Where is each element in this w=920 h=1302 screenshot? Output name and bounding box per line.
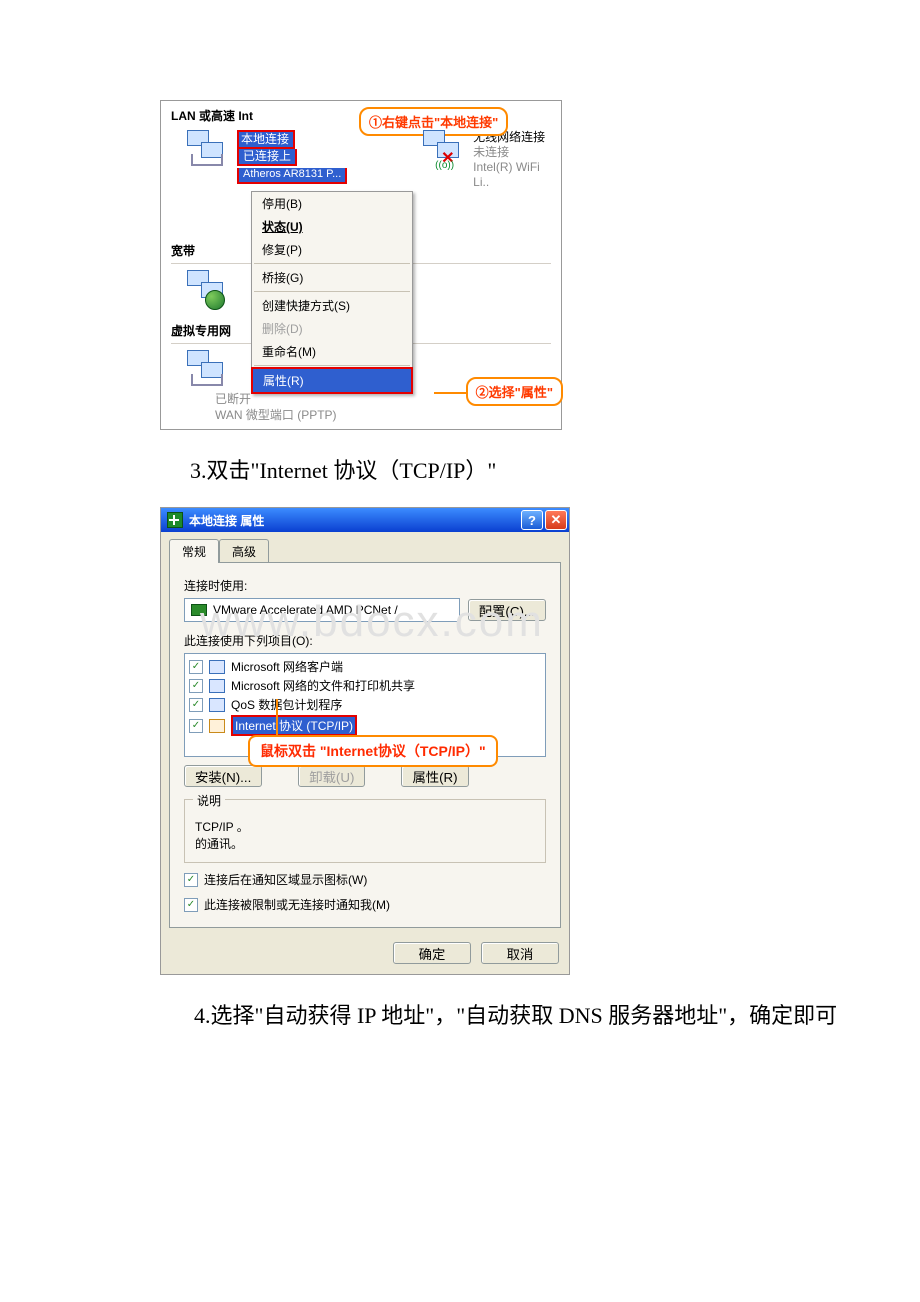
tcpip-highlight[interactable]: Internet 协议 (TCP/IP) (231, 715, 357, 736)
menu-disable[interactable]: 停用(B) (252, 192, 412, 215)
install-button[interactable]: 安装(N)... (184, 765, 262, 787)
cancel-button[interactable]: 取消 (481, 942, 559, 964)
menu-bridge[interactable]: 桥接(G) (252, 266, 412, 289)
menu-properties[interactable]: 属性(R) (251, 367, 413, 394)
checkbox-tray-label: 连接后在通知区域显示图标(W) (204, 871, 367, 888)
description-legend: 说明 (193, 792, 225, 809)
properties-button[interactable]: 属性(R) (401, 765, 468, 787)
local-connection-status: 已连接上 (237, 149, 297, 166)
wifi-icon: ✕ ((o)) (423, 130, 463, 170)
local-connection-highlight[interactable]: 本地连接 (237, 130, 295, 149)
help-button[interactable]: ? (521, 510, 543, 530)
checkbox-icon[interactable]: ✓ (184, 898, 198, 912)
menu-shortcut[interactable]: 创建快捷方式(S) (252, 294, 412, 317)
adapter-field: VMware Accelerated AMD PCNet / (184, 598, 460, 622)
checkbox-icon[interactable]: ✓ (189, 719, 203, 733)
titlebar: 本地连接 属性 ? ✕ (161, 508, 569, 532)
nic-icon (191, 604, 207, 616)
tab-general[interactable]: 常规 (169, 539, 219, 563)
vpn-adapter: WAN 微型端口 (PPTP) (215, 408, 551, 424)
menu-repair[interactable]: 修复(P) (252, 238, 412, 261)
checkbox-notify-label: 此连接被限制或无连接时通知我(M) (204, 896, 390, 913)
network-icon (187, 130, 227, 170)
local-connection-adapter: Atheros AR8131 P... (237, 168, 347, 184)
close-button[interactable]: ✕ (545, 510, 567, 530)
list-item[interactable]: ✓ Microsoft 网络客户端 (189, 657, 541, 676)
adapter-name: VMware Accelerated AMD PCNet / (213, 603, 398, 617)
context-menu: 停用(B) 状态(U) 修复(P) 桥接(G) 创建快捷方式(S) 删除(D) … (251, 191, 413, 394)
menu-delete: 删除(D) (252, 317, 412, 340)
component-icon (209, 679, 225, 693)
antenna-icon: ((o)) (435, 160, 454, 171)
uninstall-button[interactable]: 卸载(U) (298, 765, 365, 787)
wifi-status: 未连接 (473, 145, 551, 160)
items-label: 此连接使用下列项目(O): (184, 632, 546, 649)
screenshot-network-connections: LAN 或高速 Int ①右键点击"本地连接" 本地连接 已连接上 Athero… (160, 100, 562, 430)
screenshot-properties-dialog: 本地连接 属性 ? ✕ 常规 高级 www.bdocx.com 连接时使用: V… (160, 507, 570, 975)
configure-button[interactable]: 配置(C)... (468, 599, 546, 621)
list-item[interactable]: ✓ Microsoft 网络的文件和打印机共享 (189, 676, 541, 695)
checkbox-icon[interactable]: ✓ (189, 660, 203, 674)
description-group: 说明 TCP/IP 。 的通讯。 (184, 799, 546, 863)
window-icon (167, 512, 183, 528)
connection-row: 本地连接 已连接上 Atheros AR8131 P... ✕ ((o)) 无线… (161, 126, 561, 192)
ok-button[interactable]: 确定 (393, 942, 471, 964)
window-title: 本地连接 属性 (189, 512, 264, 529)
list-item-tcpip[interactable]: ✓ Internet 协议 (TCP/IP) (189, 714, 541, 737)
checkbox-notify-row[interactable]: ✓ 此连接被限制或无连接时通知我(M) (184, 896, 546, 913)
tab-advanced[interactable]: 高级 (219, 539, 269, 563)
use-label: 连接时使用: (184, 577, 546, 594)
callout-select-properties: ②选择"属性" (466, 377, 563, 406)
menu-status[interactable]: 状态(U) (252, 215, 412, 238)
list-item[interactable]: ✓ QoS 数据包计划程序 (189, 695, 541, 714)
description-text: TCP/IP 。 的通讯。 (195, 818, 535, 852)
step4-text: 4.选择"自动获得 IP 地址"，"自动获取 DNS 服务器地址"，确定即可 (150, 999, 840, 1032)
callout-double-click: 鼠标双击 "Internet协议（TCP/IP）" (248, 735, 498, 767)
vpn-icon (187, 350, 227, 390)
component-icon (209, 698, 225, 712)
step3-text: 3.双击"Internet 协议（TCP/IP）" (190, 454, 840, 487)
menu-rename[interactable]: 重命名(M) (252, 340, 412, 363)
wifi-adapter: Intel(R) WiFi Li.. (473, 160, 551, 190)
component-icon (209, 660, 225, 674)
broadband-icon (187, 270, 227, 310)
checkbox-icon[interactable]: ✓ (189, 679, 203, 693)
tabstrip: 常规 高级 (161, 532, 569, 562)
checkbox-icon[interactable]: ✓ (189, 698, 203, 712)
checkbox-tray-row[interactable]: ✓ 连接后在通知区域显示图标(W) (184, 871, 546, 888)
tcpip-icon (209, 719, 225, 733)
globe-icon (205, 290, 225, 310)
checkbox-icon[interactable]: ✓ (184, 873, 198, 887)
section-lan-label: LAN 或高速 Int (171, 107, 253, 124)
